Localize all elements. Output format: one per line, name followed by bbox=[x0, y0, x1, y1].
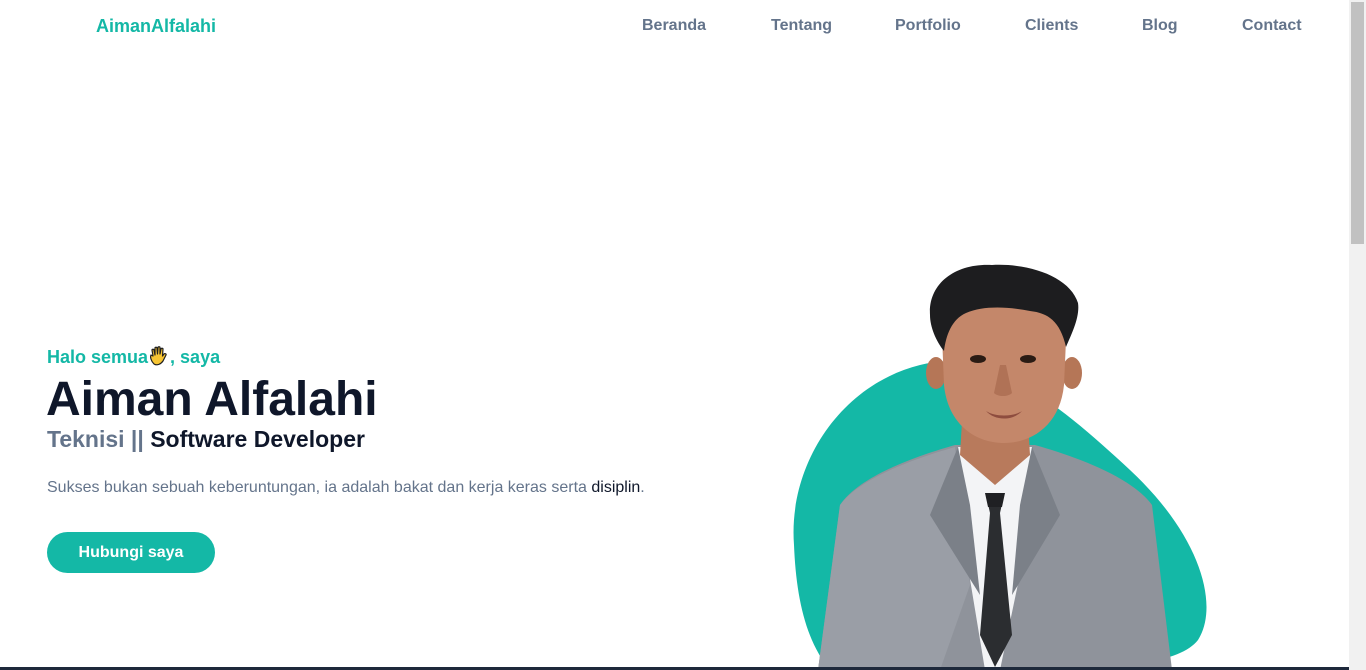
contact-me-button[interactable]: Hubungi saya bbox=[47, 532, 215, 573]
navbar: AimanAlfalahi Beranda Tentang Portfolio … bbox=[0, 0, 1349, 54]
greeting-prefix: Halo semua bbox=[47, 347, 149, 367]
greeting-suffix: , saya bbox=[170, 347, 221, 367]
waving-hand-icon bbox=[148, 345, 170, 367]
main-nav: Beranda Tentang Portfolio Clients Blog C… bbox=[0, 17, 1349, 37]
nav-item-portfolio[interactable]: Portfolio bbox=[895, 17, 961, 35]
role-main: Software Developer bbox=[150, 426, 365, 452]
hero-name: Aiman Alfalahi bbox=[46, 373, 378, 426]
tagline-prefix: Sukses bukan sebuah keberuntungan, ia ad… bbox=[47, 479, 592, 496]
hero-role: Teknisi || Software Developer bbox=[47, 426, 365, 453]
portrait-illustration bbox=[793, 264, 1207, 670]
nav-item-blog[interactable]: Blog bbox=[1142, 17, 1178, 35]
nav-item-clients[interactable]: Clients bbox=[1025, 17, 1078, 35]
nav-item-tentang[interactable]: Tentang bbox=[771, 17, 832, 35]
tagline-highlight: disiplin bbox=[591, 479, 641, 496]
hero-greeting: Halo semua , saya bbox=[47, 345, 220, 368]
hero-tagline: Sukses bukan sebuah keberuntungan, ia ad… bbox=[47, 479, 645, 497]
nav-item-contact[interactable]: Contact bbox=[1242, 17, 1302, 35]
nav-item-beranda[interactable]: Beranda bbox=[642, 17, 706, 35]
scrollbar-thumb[interactable] bbox=[1351, 2, 1364, 244]
hero-portrait bbox=[780, 255, 1220, 670]
role-prefix: Teknisi || bbox=[47, 426, 144, 452]
tagline-suffix: . bbox=[640, 479, 645, 496]
vertical-scrollbar[interactable] bbox=[1349, 0, 1366, 670]
